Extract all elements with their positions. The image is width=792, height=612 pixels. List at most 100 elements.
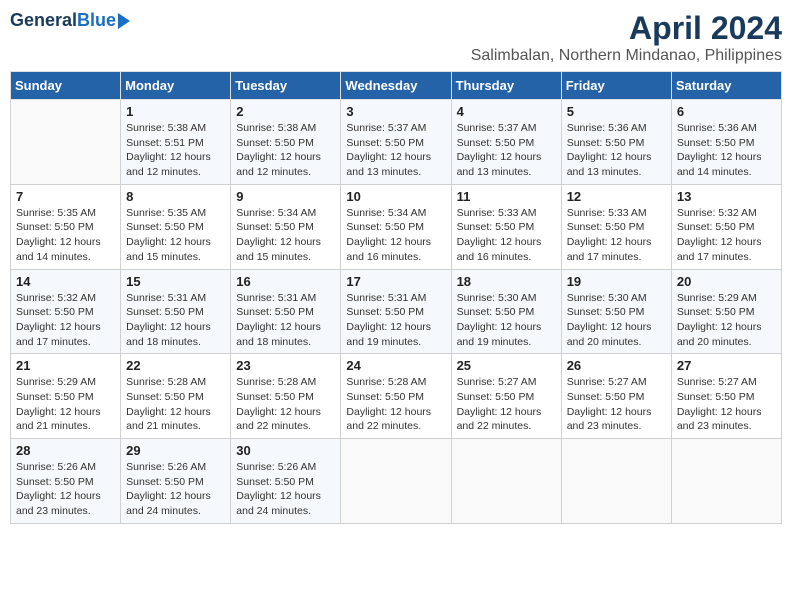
calendar-cell: 11 Sunrise: 5:33 AM Sunset: 5:50 PM Dayli… (451, 184, 561, 269)
calendar-cell (341, 439, 451, 524)
calendar-week-4: 21 Sunrise: 5:29 AM Sunset: 5:50 PM Dayli… (11, 354, 782, 439)
day-number: 5 (567, 104, 666, 119)
day-number: 2 (236, 104, 335, 119)
day-info: Sunrise: 5:26 AM Sunset: 5:50 PM Dayligh… (126, 460, 225, 519)
calendar-cell: 20Sunrise: 5:29 AM Sunset: 5:50 PM Dayli… (671, 269, 781, 354)
day-info: Sunrise: 5:31 AM Sunset: 5:50 PM Dayligh… (346, 291, 445, 350)
day-number: 30 (236, 443, 335, 458)
day-info: Sunrise: 5:30 AM Sunset: 5:50 PM Dayligh… (567, 291, 666, 350)
logo-arrow-icon (118, 13, 130, 29)
day-info: Sunrise: 5:33 AM Sunset: 5:50 PM Dayligh… (567, 206, 666, 265)
day-info: Sunrise: 5:28 AM Sunset: 5:50 PM Dayligh… (346, 375, 445, 434)
day-header-monday: Monday (121, 72, 231, 100)
calendar-title: April 2024 (471, 10, 782, 47)
logo-blue: Blue (77, 10, 116, 31)
day-number: 21 (16, 358, 115, 373)
calendar-cell: 12 Sunrise: 5:33 AM Sunset: 5:50 PM Dayli… (561, 184, 671, 269)
day-info: Sunrise: 5:37 AM Sunset: 5:50 PM Dayligh… (457, 121, 556, 180)
day-info: Sunrise: 5:27 AM Sunset: 5:50 PM Dayligh… (677, 375, 776, 434)
day-number: 7 (16, 189, 115, 204)
calendar-cell: 1Sunrise: 5:38 AM Sunset: 5:51 PM Daylig… (121, 100, 231, 185)
day-header-thursday: Thursday (451, 72, 561, 100)
day-info: Sunrise: 5:33 AM Sunset: 5:50 PM Dayligh… (457, 206, 556, 265)
day-number: 29 (126, 443, 225, 458)
day-number: 22 (126, 358, 225, 373)
calendar-cell: 21 Sunrise: 5:29 AM Sunset: 5:50 PM Dayli… (11, 354, 121, 439)
calendar-cell: 7 Sunrise: 5:35 AM Sunset: 5:50 PM Daylig… (11, 184, 121, 269)
calendar-cell (11, 100, 121, 185)
calendar-cell: 17 Sunrise: 5:31 AM Sunset: 5:50 PM Dayli… (341, 269, 451, 354)
calendar-cell (451, 439, 561, 524)
day-number: 15 (126, 274, 225, 289)
day-number: 26 (567, 358, 666, 373)
title-block: April 2024 Salimbalan, Northern Mindanao… (471, 10, 782, 65)
day-number: 11 (457, 189, 556, 204)
day-number: 19 (567, 274, 666, 289)
calendar-cell: 14 Sunrise: 5:32 AM Sunset: 5:50 PM Dayli… (11, 269, 121, 354)
calendar-cell: 8 Sunrise: 5:35 AM Sunset: 5:50 PM Daylig… (121, 184, 231, 269)
day-number: 8 (126, 189, 225, 204)
day-number: 27 (677, 358, 776, 373)
logo-general: General (10, 10, 77, 31)
calendar-cell: 13 Sunrise: 5:32 AM Sunset: 5:50 PM Dayli… (671, 184, 781, 269)
day-number: 14 (16, 274, 115, 289)
day-info: Sunrise: 5:37 AM Sunset: 5:50 PM Dayligh… (346, 121, 445, 180)
day-number: 4 (457, 104, 556, 119)
calendar-cell: 28 Sunrise: 5:26 AM Sunset: 5:50 PM Dayli… (11, 439, 121, 524)
day-info: Sunrise: 5:32 AM Sunset: 5:50 PM Dayligh… (16, 291, 115, 350)
day-number: 13 (677, 189, 776, 204)
day-number: 25 (457, 358, 556, 373)
day-number: 18 (457, 274, 556, 289)
day-number: 16 (236, 274, 335, 289)
calendar-body: 1Sunrise: 5:38 AM Sunset: 5:51 PM Daylig… (11, 100, 782, 524)
calendar-cell: 18Sunrise: 5:30 AM Sunset: 5:50 PM Dayli… (451, 269, 561, 354)
day-info: Sunrise: 5:38 AM Sunset: 5:50 PM Dayligh… (236, 121, 335, 180)
day-info: Sunrise: 5:26 AM Sunset: 5:50 PM Dayligh… (236, 460, 335, 519)
calendar-header-row: SundayMondayTuesdayWednesdayThursdayFrid… (11, 72, 782, 100)
calendar-cell: 15 Sunrise: 5:31 AM Sunset: 5:50 PM Dayli… (121, 269, 231, 354)
day-number: 6 (677, 104, 776, 119)
day-info: Sunrise: 5:36 AM Sunset: 5:50 PM Dayligh… (567, 121, 666, 180)
day-info: Sunrise: 5:27 AM Sunset: 5:50 PM Dayligh… (457, 375, 556, 434)
day-header-friday: Friday (561, 72, 671, 100)
calendar-cell: 10Sunrise: 5:34 AM Sunset: 5:50 PM Dayli… (341, 184, 451, 269)
day-info: Sunrise: 5:32 AM Sunset: 5:50 PM Dayligh… (677, 206, 776, 265)
calendar-cell (561, 439, 671, 524)
calendar-cell: 22 Sunrise: 5:28 AM Sunset: 5:50 PM Dayli… (121, 354, 231, 439)
day-info: Sunrise: 5:35 AM Sunset: 5:50 PM Dayligh… (16, 206, 115, 265)
calendar-cell: 29 Sunrise: 5:26 AM Sunset: 5:50 PM Dayli… (121, 439, 231, 524)
calendar-cell: 23 Sunrise: 5:28 AM Sunset: 5:50 PM Dayli… (231, 354, 341, 439)
day-header-saturday: Saturday (671, 72, 781, 100)
calendar-cell: 9Sunrise: 5:34 AM Sunset: 5:50 PM Daylig… (231, 184, 341, 269)
day-number: 12 (567, 189, 666, 204)
day-info: Sunrise: 5:28 AM Sunset: 5:50 PM Dayligh… (126, 375, 225, 434)
calendar-cell: 5 Sunrise: 5:36 AM Sunset: 5:50 PM Daylig… (561, 100, 671, 185)
day-info: Sunrise: 5:27 AM Sunset: 5:50 PM Dayligh… (567, 375, 666, 434)
calendar-cell (671, 439, 781, 524)
calendar-cell: 26 Sunrise: 5:27 AM Sunset: 5:50 PM Dayli… (561, 354, 671, 439)
day-number: 20 (677, 274, 776, 289)
calendar-cell: 25 Sunrise: 5:27 AM Sunset: 5:50 PM Dayli… (451, 354, 561, 439)
day-number: 24 (346, 358, 445, 373)
logo: General Blue (10, 10, 130, 31)
day-info: Sunrise: 5:29 AM Sunset: 5:50 PM Dayligh… (16, 375, 115, 434)
day-info: Sunrise: 5:36 AM Sunset: 5:50 PM Dayligh… (677, 121, 776, 180)
calendar-week-3: 14 Sunrise: 5:32 AM Sunset: 5:50 PM Dayli… (11, 269, 782, 354)
calendar-cell: 30 Sunrise: 5:26 AM Sunset: 5:50 PM Dayli… (231, 439, 341, 524)
day-number: 23 (236, 358, 335, 373)
calendar-cell: 27 Sunrise: 5:27 AM Sunset: 5:50 PM Dayli… (671, 354, 781, 439)
day-number: 3 (346, 104, 445, 119)
day-number: 28 (16, 443, 115, 458)
day-info: Sunrise: 5:34 AM Sunset: 5:50 PM Dayligh… (236, 206, 335, 265)
day-info: Sunrise: 5:31 AM Sunset: 5:50 PM Dayligh… (126, 291, 225, 350)
day-number: 17 (346, 274, 445, 289)
day-info: Sunrise: 5:28 AM Sunset: 5:50 PM Dayligh… (236, 375, 335, 434)
calendar-week-2: 7 Sunrise: 5:35 AM Sunset: 5:50 PM Daylig… (11, 184, 782, 269)
day-number: 1 (126, 104, 225, 119)
day-info: Sunrise: 5:26 AM Sunset: 5:50 PM Dayligh… (16, 460, 115, 519)
calendar-cell: 3 Sunrise: 5:37 AM Sunset: 5:50 PM Daylig… (341, 100, 451, 185)
day-info: Sunrise: 5:31 AM Sunset: 5:50 PM Dayligh… (236, 291, 335, 350)
day-info: Sunrise: 5:35 AM Sunset: 5:50 PM Dayligh… (126, 206, 225, 265)
calendar-table: SundayMondayTuesdayWednesdayThursdayFrid… (10, 71, 782, 524)
calendar-subtitle: Salimbalan, Northern Mindanao, Philippin… (471, 47, 782, 65)
